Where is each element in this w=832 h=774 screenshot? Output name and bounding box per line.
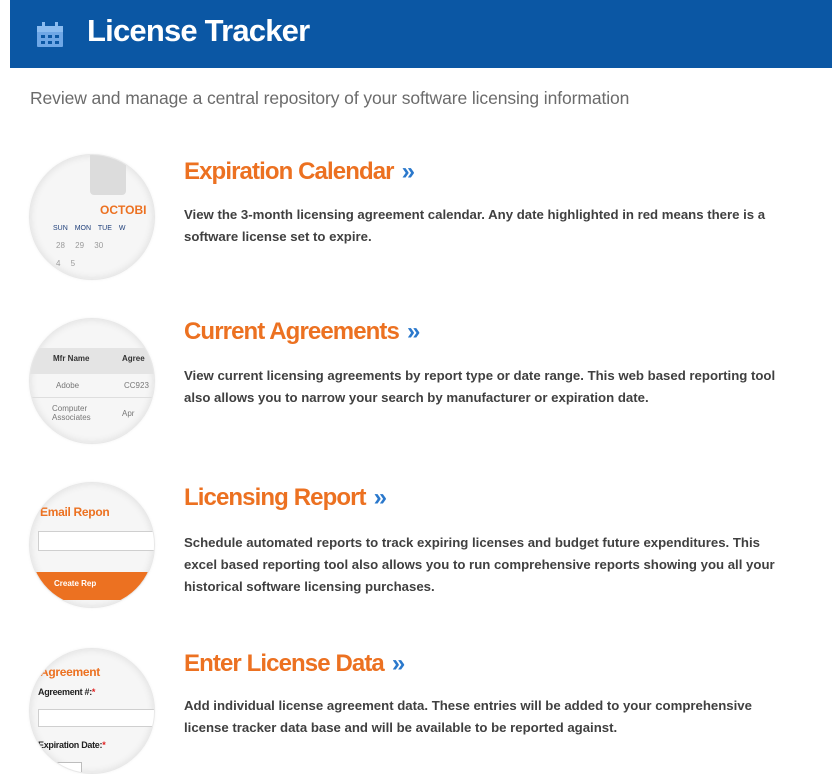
column-header: Agree: [122, 354, 145, 363]
header-bar: License Tracker: [10, 0, 832, 68]
button-label: Create Rep: [54, 579, 97, 588]
current-agreements-thumbnail[interactable]: Mfr Name Agree Adobe CC923 Computer Asso…: [29, 318, 155, 444]
table-cell: CC923: [124, 381, 149, 390]
section-description: Schedule automated reports to track expi…: [184, 535, 775, 594]
enter-license-data-link[interactable]: Enter License Data»: [184, 650, 405, 678]
agreement-number-label: Agreement #:*: [38, 687, 95, 697]
expiration-date-label: Expiration Date:*: [38, 740, 106, 750]
section-licensing-report: Email Repon Create Rep Licensing Report»…: [0, 482, 832, 612]
required-mark: *: [91, 687, 96, 697]
page-subtitle: Review and manage a central repository o…: [30, 88, 630, 108]
email-report-heading: Email Repon: [40, 505, 110, 519]
table-cell: Adobe: [56, 381, 80, 390]
section-title: Expiration Calendar: [184, 158, 395, 185]
double-chevron-right-icon: »: [373, 484, 387, 511]
create-report-button: Create Rep: [30, 572, 154, 600]
email-field: [38, 531, 154, 551]
calendar-binding-tab: [90, 155, 126, 195]
expiration-calendar-thumbnail[interactable]: OCTOBI SUN MON TUE W 28 29 30 4 5: [29, 154, 155, 280]
double-chevron-right-icon: »: [406, 318, 420, 345]
table-cell: Apr: [122, 409, 135, 418]
section-description: Add individual license agreement data. T…: [184, 698, 752, 735]
double-chevron-right-icon: »: [391, 650, 405, 677]
section-expiration-calendar: OCTOBI SUN MON TUE W 28 29 30 4 5 Expira…: [0, 154, 832, 284]
calendar-weekday-labels: SUN MON TUE W: [53, 225, 126, 232]
calendar-month-label: OCTOBI: [100, 203, 147, 217]
calendar-icon: [37, 22, 63, 47]
label-text: Agreement #:: [38, 687, 92, 697]
section-description: View the 3-month licensing agreement cal…: [184, 207, 766, 244]
page-title: License Tracker: [87, 13, 310, 48]
section-title: Current Agreements: [184, 318, 400, 345]
licensing-report-link[interactable]: Licensing Report»: [184, 484, 387, 512]
calendar-date-row: 4 5: [56, 259, 76, 268]
enter-license-data-thumbnail[interactable]: Agreement Agreement #:* Expiration Date:…: [29, 648, 155, 774]
licensing-report-thumbnail[interactable]: Email Repon Create Rep: [29, 482, 155, 608]
required-mark: *: [102, 740, 106, 750]
section-title: Enter License Data: [184, 650, 385, 677]
current-agreements-link[interactable]: Current Agreements»: [184, 318, 420, 346]
section-description: View current licensing agreements by rep…: [184, 368, 776, 405]
agreement-form-heading: Agreement: [40, 665, 100, 679]
section-title: Licensing Report: [184, 484, 367, 511]
section-enter-license-data: Agreement Agreement #:* Expiration Date:…: [0, 648, 832, 774]
section-current-agreements: Mfr Name Agree Adobe CC923 Computer Asso…: [0, 318, 832, 448]
calendar-date-row: 28 29 30: [56, 241, 104, 250]
column-header: Mfr Name: [53, 354, 90, 363]
agreement-number-field: [38, 709, 154, 727]
row-divider: [30, 397, 154, 398]
expiration-date-select: [38, 762, 82, 773]
expiration-calendar-link[interactable]: Expiration Calendar»: [184, 158, 415, 186]
double-chevron-right-icon: »: [401, 158, 415, 185]
label-text: Expiration Date:: [38, 740, 103, 750]
table-cell: Computer Associates: [52, 404, 91, 422]
